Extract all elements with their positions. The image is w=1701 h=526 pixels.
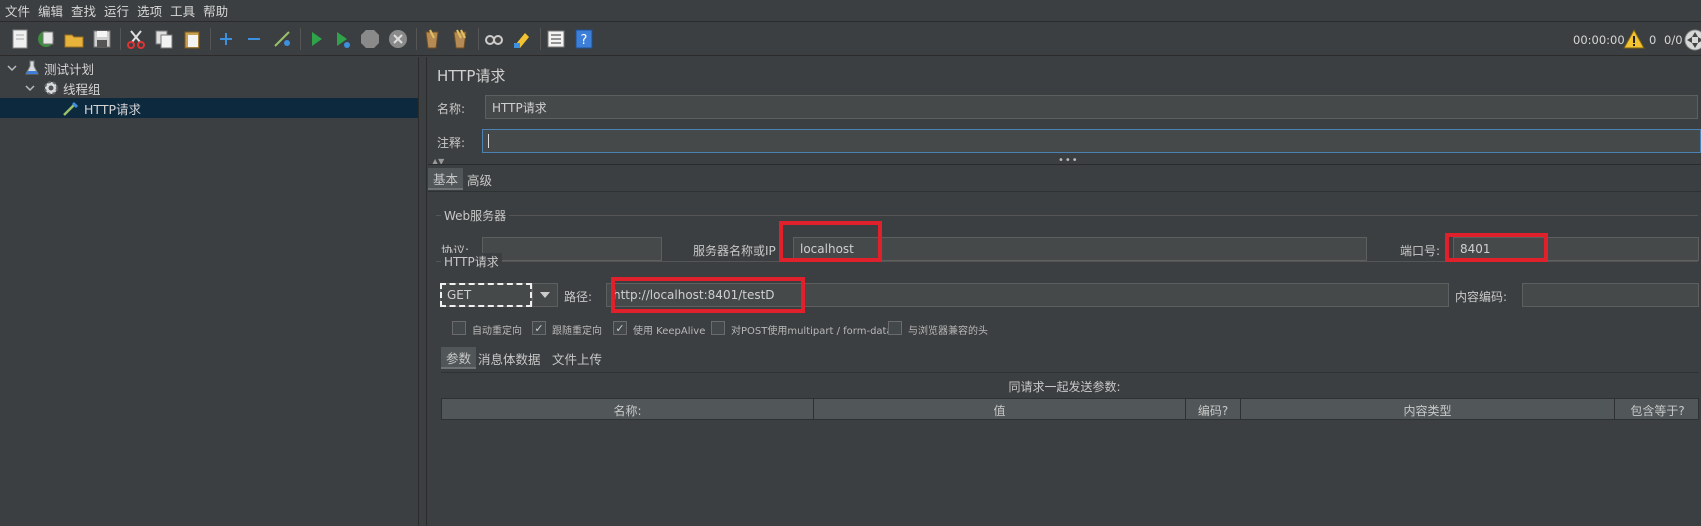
tree-node-http-request[interactable]: HTTP请求 [0, 98, 418, 118]
toggle-icon[interactable] [270, 27, 294, 51]
tab-body-data[interactable]: 消息体数据 [473, 347, 546, 369]
remote-status-icon [1684, 29, 1701, 51]
shutdown-icon[interactable] [386, 27, 410, 51]
templates-icon[interactable] [34, 27, 58, 51]
col-content-type[interactable]: 内容类型 [1241, 399, 1615, 421]
name-field[interactable]: HTTP请求 [485, 95, 1698, 119]
comment-field[interactable] [482, 129, 1701, 153]
col-include-equals[interactable]: 包含等于? [1615, 399, 1700, 421]
focus-outline [440, 283, 532, 307]
params-table-header: 名称: 值 编码? 内容类型 包含等于? [441, 398, 1700, 421]
pipette-icon [63, 101, 79, 116]
path-label: 路径: [564, 290, 593, 304]
col-name[interactable]: 名称: [442, 399, 814, 421]
tree-label-test-plan: 测试计划 [44, 61, 95, 77]
protocol-field[interactable] [482, 237, 662, 261]
menu-file[interactable]: 文件 [5, 1, 30, 20]
save-icon[interactable] [90, 27, 114, 51]
warning-icon[interactable] [1623, 28, 1645, 49]
thread-count: 0/0 [1664, 33, 1683, 47]
multipart-label: 对POST使用multipart / form-data [731, 326, 893, 337]
collapse-icon[interactable] [242, 27, 266, 51]
params-table-body[interactable] [441, 420, 1699, 526]
chevron-down-icon[interactable] [24, 82, 36, 94]
keepalive-checkbox[interactable]: ✓ [613, 321, 627, 335]
name-label: 名称: [437, 102, 466, 116]
highlight-port [1445, 233, 1548, 262]
tab-advanced[interactable]: 高级 [462, 168, 497, 190]
col-encode[interactable]: 编码? [1186, 399, 1241, 421]
port-label: 端口号: [1400, 244, 1441, 258]
encoding-field[interactable] [1522, 283, 1699, 307]
reset-search-icon[interactable] [510, 27, 534, 51]
encoding-label: 内容编码: [1455, 290, 1508, 304]
tab-file-upload[interactable]: 文件上传 [547, 347, 607, 369]
tree-label-thread-group: 线程组 [63, 81, 101, 97]
elapsed-time: 00:00:00 [1573, 33, 1625, 47]
follow-redirect-label: 跟随重定向 [552, 326, 602, 337]
http-request-group-title: HTTP请求 [441, 253, 502, 270]
col-value[interactable]: 值 [814, 399, 1186, 421]
tree-label-http-request: HTTP请求 [84, 101, 141, 117]
tab-parameters[interactable]: 参数 [441, 347, 477, 369]
gear-icon [44, 81, 58, 95]
paste-icon[interactable] [180, 27, 204, 51]
svg-text:?: ? [581, 33, 588, 48]
tree-node-thread-group[interactable]: 线程组 [24, 78, 416, 98]
browser-headers-checkbox[interactable] [888, 321, 902, 335]
test-plan-tree: 测试计划 线程组 HTTP请求 [0, 57, 419, 526]
new-icon[interactable] [8, 27, 32, 51]
http-request-panel: HTTP请求 名称: HTTP请求 注释: ▲▼ ••• 基本 高级 Web服务… [428, 57, 1701, 526]
keepalive-label: 使用 KeepAlive [633, 326, 706, 337]
chevron-down-icon[interactable] [6, 62, 18, 74]
multipart-checkbox[interactable] [711, 321, 725, 335]
follow-redirect-checkbox[interactable]: ✓ [532, 321, 546, 335]
server-label: 服务器名称或IP [693, 244, 776, 258]
expand-icon[interactable] [214, 27, 238, 51]
start-icon[interactable] [304, 27, 328, 51]
menu-search[interactable]: 查找 [71, 1, 96, 20]
menu-options[interactable]: 选项 [137, 1, 162, 20]
warning-count: 0 [1649, 33, 1657, 47]
menu-edit[interactable]: 编辑 [38, 1, 63, 20]
menu-run[interactable]: 运行 [104, 1, 129, 20]
menu-bar: 文件 编辑 查找 运行 选项 工具 帮助 [0, 0, 1701, 22]
copy-icon[interactable] [152, 27, 176, 51]
function-helper-icon[interactable] [544, 27, 568, 51]
menu-help[interactable]: 帮助 [203, 1, 228, 20]
text-cursor [488, 134, 489, 148]
auto-redirect-label: 自动重定向 [472, 326, 522, 337]
search-icon[interactable] [482, 27, 506, 51]
comment-label: 注释: [437, 136, 466, 150]
toolbar: ? 00:00:00 0 0/0 [0, 22, 1701, 56]
page-title: HTTP请求 [437, 67, 506, 85]
highlight-path [611, 277, 805, 313]
tab-basic[interactable]: 基本 [428, 168, 464, 190]
open-icon[interactable] [62, 27, 86, 51]
help-icon[interactable]: ? [572, 27, 596, 51]
tree-node-test-plan[interactable]: 测试计划 [6, 58, 416, 78]
stop-icon[interactable] [358, 27, 382, 51]
flask-icon [25, 60, 39, 75]
highlight-server [779, 221, 882, 262]
browser-headers-label: 与浏览器兼容的头 [908, 326, 988, 337]
chevron-down-icon[interactable] [532, 283, 558, 307]
split-divider[interactable] [419, 57, 427, 526]
cut-icon[interactable] [124, 27, 148, 51]
params-caption: 同请求一起发送参数: [1008, 380, 1121, 394]
start-no-pause-icon[interactable] [330, 27, 354, 51]
clear-all-icon[interactable] [448, 27, 472, 51]
clear-icon[interactable] [420, 27, 444, 51]
auto-redirect-checkbox[interactable] [452, 321, 466, 335]
menu-tools[interactable]: 工具 [170, 1, 195, 20]
web-server-group-title: Web服务器 [441, 207, 510, 224]
